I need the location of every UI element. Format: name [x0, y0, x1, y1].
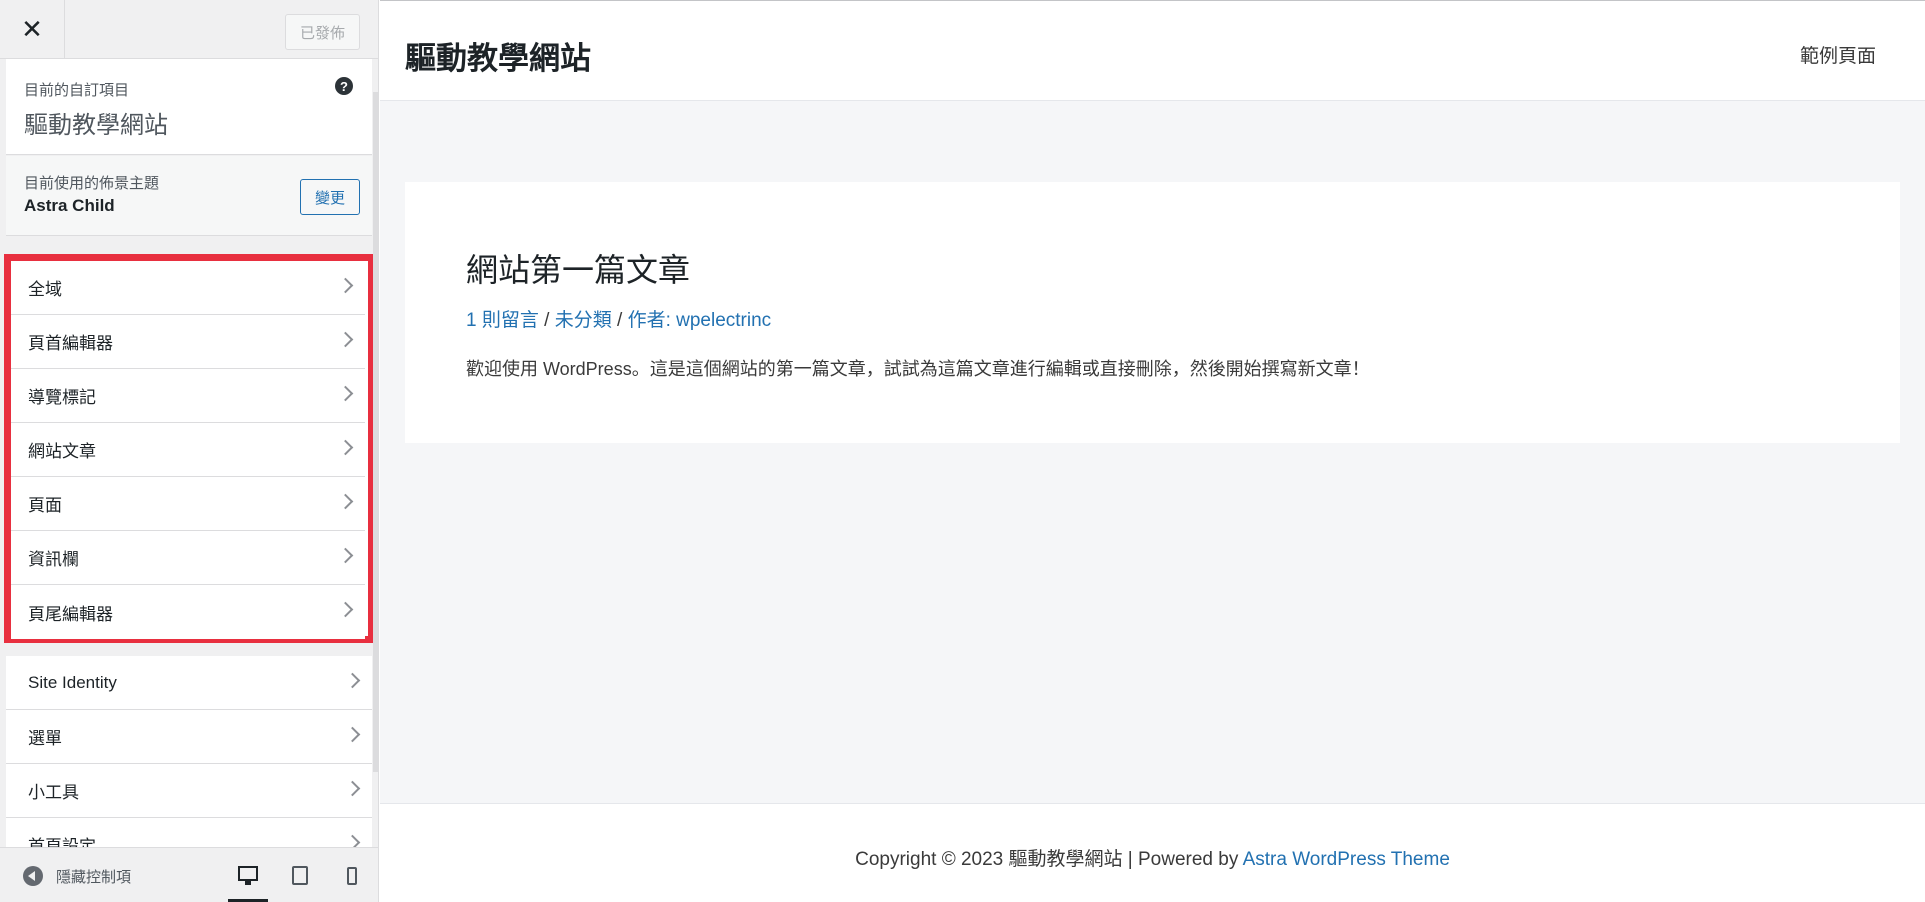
sidebar-scrollbar[interactable] — [373, 92, 378, 772]
sidebar-item-global[interactable]: 全域 — [11, 261, 365, 315]
chevron-right-icon — [337, 547, 354, 564]
publish-button[interactable]: 已發佈 — [285, 14, 360, 50]
site-footer: Copyright © 2023 驅動教學網站 | Powered by Ast… — [380, 803, 1925, 902]
chevron-right-icon — [337, 439, 354, 456]
change-theme-button[interactable]: 變更 — [300, 179, 360, 215]
post-card: 網站第一篇文章 1 則留言 / 未分類 / 作者: wpelectrinc 歡迎… — [405, 182, 1900, 443]
site-title[interactable]: 驅動教學網站 — [405, 33, 591, 78]
nav-link-sample-page[interactable]: 範例頁面 — [1800, 41, 1876, 68]
hide-controls-label[interactable]: 隱藏控制項 — [56, 866, 131, 887]
sidebar-item-label: 小工具 — [28, 783, 79, 802]
sidebar-item-menus[interactable]: 選單 — [6, 710, 372, 764]
sidebar-item-header-builder[interactable]: 頁首編輯器 — [11, 315, 365, 369]
preview-tablet-button[interactable] — [280, 848, 320, 902]
theme-link[interactable]: Astra WordPress Theme — [1243, 849, 1450, 870]
customizing-site-name: 驅動教學網站 — [24, 112, 168, 139]
active-theme-label: 目前使用的佈景主題 — [24, 175, 160, 192]
customizer-footer: 隱藏控制項 — [0, 847, 378, 902]
site-header: 驅動教學網站 範例頁面 — [380, 0, 1925, 101]
hide-controls-icon[interactable] — [23, 866, 43, 886]
chevron-right-icon — [337, 493, 354, 510]
sidebar-item-label: 全域 — [28, 280, 62, 299]
post-meta: 1 則留言 / 未分類 / 作者: wpelectrinc — [466, 305, 771, 332]
close-button[interactable]: ✕ — [0, 0, 65, 59]
sidebar-item-page[interactable]: 頁面 — [11, 477, 365, 531]
chevron-right-icon — [337, 601, 354, 618]
tablet-icon — [292, 866, 308, 885]
active-theme-panel: 目前使用的佈景主題 Astra Child 變更 — [6, 156, 372, 236]
sidebar-item-label: 頁尾編輯器 — [28, 604, 113, 624]
sidebar-item-sidebar[interactable]: 資訊欄 — [11, 531, 365, 585]
meta-separator: / — [617, 310, 628, 331]
sidebar-item-label: 網站文章 — [28, 442, 96, 461]
sidebar-item-breadcrumb[interactable]: 導覽標記 — [11, 369, 365, 423]
copyright-text: Copyright © 2023 驅動教學網站 | Powered by — [855, 849, 1243, 870]
post-title[interactable]: 網站第一篇文章 — [466, 245, 690, 291]
sidebar-item-label: 頁首編輯器 — [28, 334, 113, 353]
site-preview: 驅動教學網站 範例頁面 網站第一篇文章 1 則留言 / 未分類 / 作者: wp… — [380, 0, 1925, 902]
sidebar-item-footer-builder[interactable]: 頁尾編輯器 — [11, 585, 365, 639]
sidebar-item-site-identity[interactable]: Site Identity — [6, 656, 372, 710]
chevron-right-icon — [344, 672, 361, 689]
customizer-header: ✕ 已發佈 — [0, 0, 378, 59]
help-icon[interactable]: ? — [335, 77, 353, 95]
post-author-link[interactable]: 作者: wpelectrinc — [628, 310, 772, 331]
chevron-right-icon — [344, 726, 361, 743]
sidebar-item-label: 選單 — [28, 729, 62, 748]
sidebar-item-label: 導覽標記 — [28, 388, 96, 407]
sidebar-item-label: 頁面 — [28, 496, 62, 515]
active-theme-name: Astra Child — [24, 196, 115, 215]
sidebar-item-blog[interactable]: 網站文章 — [11, 423, 365, 477]
post-excerpt: 歡迎使用 WordPress。這是這個網站的第一篇文章，試試為這篇文章進行編輯或… — [466, 359, 1370, 379]
chevron-right-icon — [337, 385, 354, 402]
post-comments-link[interactable]: 1 則留言 — [466, 310, 539, 331]
customizing-label: 目前的自訂項目 — [24, 82, 130, 99]
chevron-right-icon — [337, 331, 354, 348]
desktop-icon — [238, 866, 258, 885]
customizing-info: 目前的自訂項目 驅動教學網站 ? — [6, 59, 372, 155]
footer-copyright: Copyright © 2023 驅動教學網站 | Powered by Ast… — [380, 844, 1925, 871]
chevron-right-icon — [337, 277, 354, 294]
customizer-sidebar: ✕ 已發佈 目前的自訂項目 驅動教學網站 ? 目前使用的佈景主題 Astra C… — [0, 0, 379, 902]
preview-mobile-button[interactable] — [332, 848, 372, 902]
sidebar-item-widgets[interactable]: 小工具 — [6, 764, 372, 818]
close-icon: ✕ — [21, 14, 43, 44]
chevron-right-icon — [344, 780, 361, 797]
sidebar-item-label: Site Identity — [28, 672, 117, 692]
preview-desktop-button[interactable] — [228, 848, 268, 902]
mobile-icon — [347, 866, 357, 885]
post-category-link[interactable]: 未分類 — [555, 310, 612, 331]
meta-separator: / — [544, 310, 555, 331]
sidebar-item-label: 資訊欄 — [28, 550, 79, 569]
